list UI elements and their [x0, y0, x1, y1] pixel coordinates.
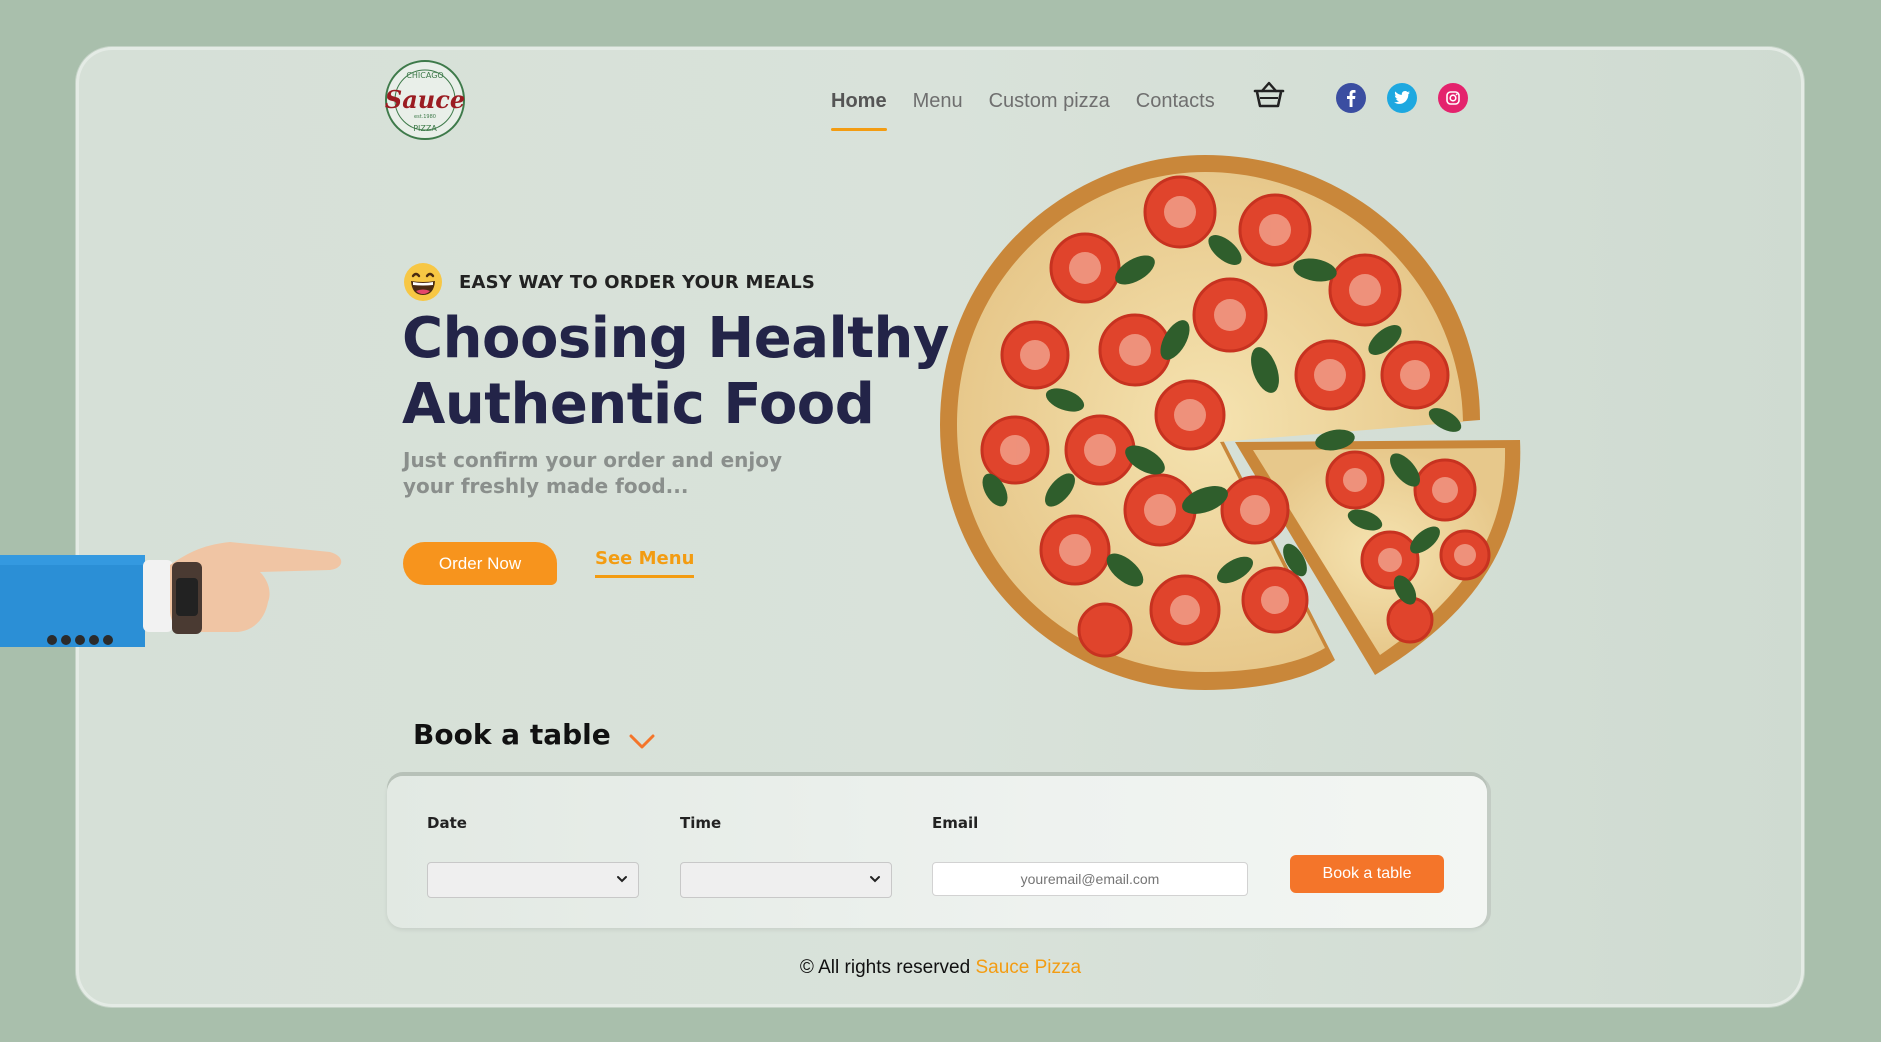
twitter-icon[interactable]: [1387, 83, 1417, 113]
logo-main-text: Sauce: [385, 85, 465, 114]
booking-panel: [387, 776, 1487, 928]
footer-brand-link[interactable]: Sauce Pizza: [975, 957, 1081, 978]
facebook-icon[interactable]: [1336, 83, 1366, 113]
hero-subtitle: Just confirm your order and enjoy your f…: [403, 447, 823, 499]
time-label: Time: [680, 814, 722, 832]
logo-est-text: est.1980: [414, 114, 436, 120]
footer-copyright: © All rights reserved: [799, 957, 971, 978]
chevron-down-icon[interactable]: [628, 731, 656, 751]
email-label: Email: [932, 814, 979, 832]
time-select[interactable]: [680, 862, 892, 898]
nav-item-contacts[interactable]: Contacts: [1136, 90, 1215, 130]
hero-tagline: EASY WAY TO ORDER YOUR MEALS: [459, 271, 816, 293]
order-now-button[interactable]: Order Now: [403, 542, 557, 585]
book-table-button[interactable]: Book a table: [1290, 855, 1444, 893]
hero-tagline-row: EASY WAY TO ORDER YOUR MEALS: [403, 262, 815, 302]
chevron-down-icon: [870, 876, 880, 883]
book-table-title: Book a table: [413, 718, 611, 751]
nav-item-home[interactable]: Home: [831, 90, 887, 131]
hero-headline-line-2: Authentic Food: [402, 372, 875, 437]
hero-headline: Choosing Healthy & Authentic Food: [402, 306, 1017, 438]
nav-item-menu[interactable]: Menu: [913, 90, 963, 130]
hero-subtitle-line-1: Just confirm your order and enjoy: [403, 448, 783, 472]
chevron-down-icon: [617, 876, 627, 883]
email-input[interactable]: [932, 862, 1248, 896]
laughing-emoji-icon: [404, 263, 442, 301]
logo-bottom-text: PIZZA: [413, 124, 437, 133]
date-select[interactable]: [427, 862, 639, 898]
basket-icon[interactable]: [1252, 80, 1286, 110]
nav-item-custom-pizza[interactable]: Custom pizza: [989, 90, 1110, 130]
pizza-image: [940, 155, 1521, 690]
see-menu-link[interactable]: See Menu: [595, 548, 695, 578]
instagram-icon[interactable]: [1438, 83, 1468, 113]
date-label: Date: [427, 814, 467, 832]
sauce-pizza-logo[interactable]: CHICAGO Sauce est.1980 PIZZA: [382, 58, 468, 142]
logo-top-text: CHICAGO: [406, 71, 443, 80]
footer: © All rights reserved Sauce Pizza: [0, 957, 1881, 979]
hero-headline-line-1: Choosing Healthy &: [402, 306, 1017, 371]
main-nav: Home Menu Custom pizza Contacts: [831, 90, 1215, 131]
hero-subtitle-line-2: your freshly made food...: [403, 474, 689, 498]
pointing-hand-image: [0, 542, 342, 647]
